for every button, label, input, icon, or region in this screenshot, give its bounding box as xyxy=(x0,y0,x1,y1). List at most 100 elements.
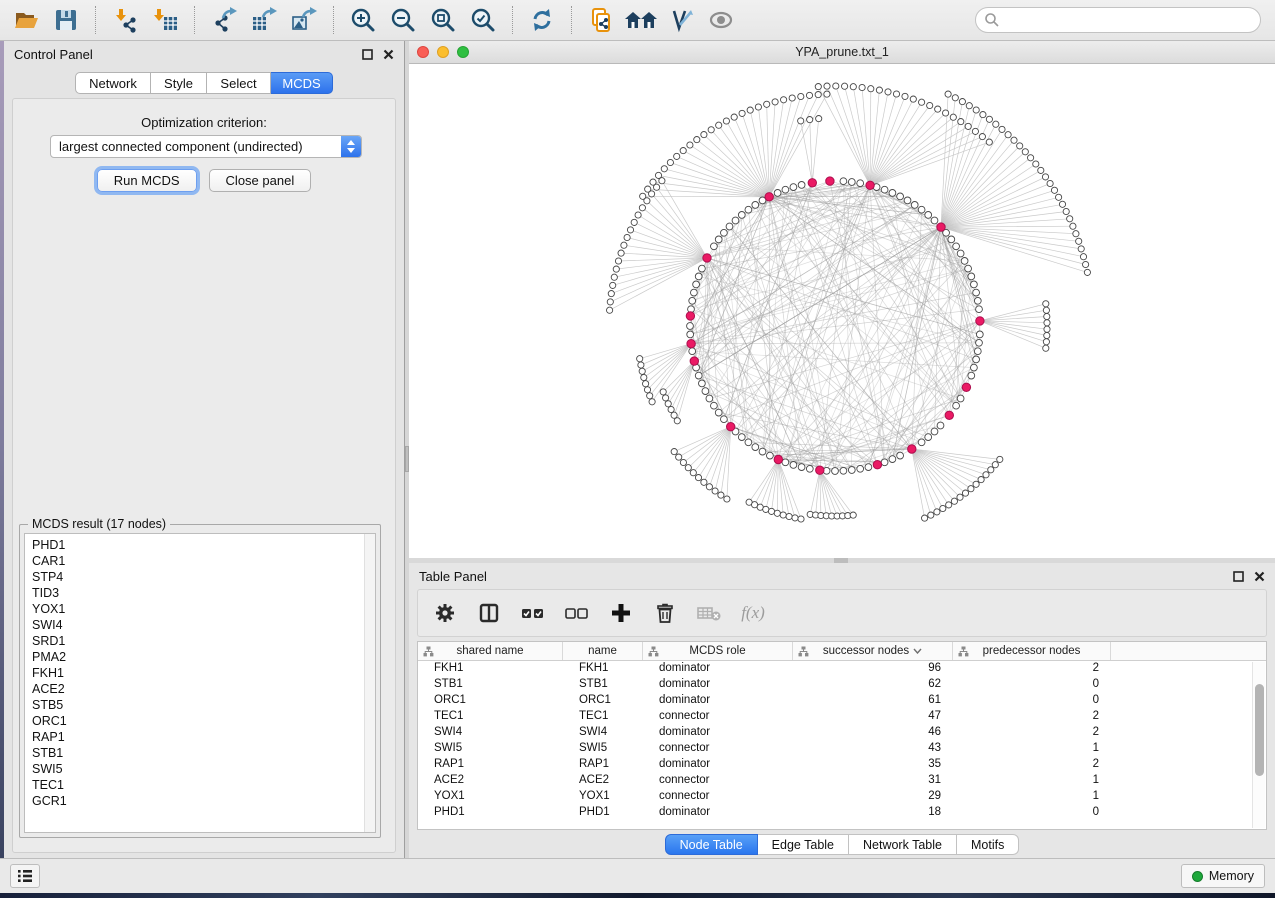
checked-boxes-icon xyxy=(520,602,546,624)
table-toolbar: f(x) xyxy=(417,589,1267,637)
network-canvas[interactable] xyxy=(409,64,1275,558)
memory-button[interactable]: Memory xyxy=(1181,864,1265,888)
mcds-list-item[interactable]: ACE2 xyxy=(32,681,364,697)
open-file-button[interactable] xyxy=(8,3,44,37)
zoom-selected-button[interactable] xyxy=(465,3,501,37)
table-row[interactable]: SWI4SWI4dominator462 xyxy=(418,725,1266,741)
table-row[interactable]: STB1STB1dominator620 xyxy=(418,677,1266,693)
optimization-criterion-label: Optimization criterion: xyxy=(13,115,395,130)
float-panel-icon[interactable] xyxy=(1233,571,1244,582)
table-scrollbar[interactable] xyxy=(1252,662,1265,828)
mcds-result-list[interactable]: PHD1CAR1STP4TID3YOX1SWI4SRD1PMA2FKH1ACE2… xyxy=(25,534,364,832)
function-builder-button-disabled: f(x) xyxy=(740,600,766,626)
table-cell: YOX1 xyxy=(418,789,563,805)
mcds-list-item[interactable]: SWI5 xyxy=(32,761,364,777)
table-row[interactable]: RAP1RAP1dominator352 xyxy=(418,757,1266,773)
table-row[interactable]: SWI5SWI5connector431 xyxy=(418,741,1266,757)
export-image-button[interactable] xyxy=(286,3,322,37)
mcds-list-item[interactable]: GCR1 xyxy=(32,793,364,809)
search-field[interactable] xyxy=(975,7,1261,33)
zoom-in-button[interactable] xyxy=(345,3,381,37)
tab-mcds[interactable]: MCDS xyxy=(271,72,333,94)
table-row[interactable]: TEC1TEC1connector472 xyxy=(418,709,1266,725)
table-row[interactable]: FKH1FKH1dominator962 xyxy=(418,661,1266,677)
column-header-successor-nodes[interactable]: successor nodes xyxy=(793,642,953,660)
select-stepper-icon xyxy=(341,136,361,157)
mcds-list-item[interactable]: TEC1 xyxy=(32,777,364,793)
clone-network-icon xyxy=(587,6,615,34)
mcds-list-item[interactable]: SWI4 xyxy=(32,617,364,633)
table-row[interactable]: ACE2ACE2connector311 xyxy=(418,773,1266,789)
tab-select[interactable]: Select xyxy=(207,72,271,94)
table-cell: 62 xyxy=(793,677,953,693)
mcds-list-item[interactable]: CAR1 xyxy=(32,553,364,569)
node-table-header: shared name name MCDS role xyxy=(418,642,1266,661)
float-panel-icon[interactable] xyxy=(362,49,373,60)
toggle-graphics-details-button[interactable] xyxy=(663,3,699,37)
table-cell: 1 xyxy=(953,789,1111,805)
clone-network-button[interactable] xyxy=(583,3,619,37)
zoom-fit-button[interactable] xyxy=(425,3,461,37)
table-cell: 0 xyxy=(953,805,1111,821)
mcds-list-item[interactable]: ORC1 xyxy=(32,713,364,729)
network-view-titlebar[interactable]: YPA_prune.txt_1 xyxy=(409,41,1275,64)
application-window: Control Panel Network Style Select MCDS … xyxy=(0,0,1275,898)
mcds-list-item[interactable]: TID3 xyxy=(32,585,364,601)
deselect-all-button[interactable] xyxy=(564,600,590,626)
table-row[interactable]: YOX1YOX1connector291 xyxy=(418,789,1266,805)
close-panel-icon[interactable] xyxy=(383,49,394,60)
optimization-criterion-select[interactable]: largest connected component (undirected) xyxy=(50,135,362,158)
table-settings-button[interactable] xyxy=(432,600,458,626)
tab-network[interactable]: Network xyxy=(75,72,151,94)
run-mcds-button[interactable]: Run MCDS xyxy=(97,169,197,192)
scrollbar-thumb[interactable] xyxy=(1255,684,1264,776)
mcds-list-item[interactable]: STB5 xyxy=(32,697,364,713)
home-views-button[interactable] xyxy=(623,3,659,37)
main-toolbar xyxy=(0,0,1275,41)
export-table-button[interactable] xyxy=(246,3,282,37)
mcds-list-scrollbar[interactable] xyxy=(364,534,375,832)
tab-style[interactable]: Style xyxy=(151,72,207,94)
table-cell: connector xyxy=(643,789,793,805)
show-columns-button[interactable] xyxy=(476,600,502,626)
select-all-button[interactable] xyxy=(520,600,546,626)
close-panel-icon[interactable] xyxy=(1254,571,1265,582)
hierarchy-icon xyxy=(798,646,809,657)
table-cell: connector xyxy=(643,709,793,725)
import-table-button[interactable] xyxy=(147,3,183,37)
toolbar-separator xyxy=(571,6,572,34)
mcds-list-item[interactable]: RAP1 xyxy=(32,729,364,745)
delete-column-button[interactable] xyxy=(652,600,678,626)
task-history-button[interactable] xyxy=(10,864,40,888)
mcds-list-item[interactable]: STB1 xyxy=(32,745,364,761)
mcds-list-item[interactable]: PHD1 xyxy=(32,537,364,553)
zoom-out-button[interactable] xyxy=(385,3,421,37)
close-panel-button[interactable]: Close panel xyxy=(209,169,312,192)
table-row[interactable]: ORC1ORC1dominator610 xyxy=(418,693,1266,709)
mcds-list-item[interactable]: FKH1 xyxy=(32,665,364,681)
tab-node-table[interactable]: Node Table xyxy=(665,834,758,855)
refresh-button[interactable] xyxy=(524,3,560,37)
show-hide-button[interactable] xyxy=(703,3,739,37)
tab-motifs[interactable]: Motifs xyxy=(957,834,1019,855)
tab-network-table[interactable]: Network Table xyxy=(849,834,957,855)
import-network-button[interactable] xyxy=(107,3,143,37)
mcds-list-item[interactable]: SRD1 xyxy=(32,633,364,649)
column-header-mcds-role[interactable]: MCDS role xyxy=(643,642,793,660)
column-header-shared-name[interactable]: shared name xyxy=(418,642,563,660)
add-column-button[interactable] xyxy=(608,600,634,626)
search-input[interactable] xyxy=(1000,13,1252,27)
column-header-predecessor-nodes[interactable]: predecessor nodes xyxy=(953,642,1111,660)
mcds-list-item[interactable]: YOX1 xyxy=(32,601,364,617)
control-panel: Control Panel Network Style Select MCDS … xyxy=(4,41,405,858)
column-header-name[interactable]: name xyxy=(563,642,643,660)
mcds-list-item[interactable]: STP4 xyxy=(32,569,364,585)
table-cell: FKH1 xyxy=(418,661,563,677)
save-session-button[interactable] xyxy=(48,3,84,37)
network-graph[interactable] xyxy=(409,64,1275,558)
tab-edge-table[interactable]: Edge Table xyxy=(758,834,849,855)
export-network-button[interactable] xyxy=(206,3,242,37)
mcds-list-item[interactable]: PMA2 xyxy=(32,649,364,665)
table-row[interactable]: PHD1PHD1dominator180 xyxy=(418,805,1266,821)
table-cell: PHD1 xyxy=(418,805,563,821)
